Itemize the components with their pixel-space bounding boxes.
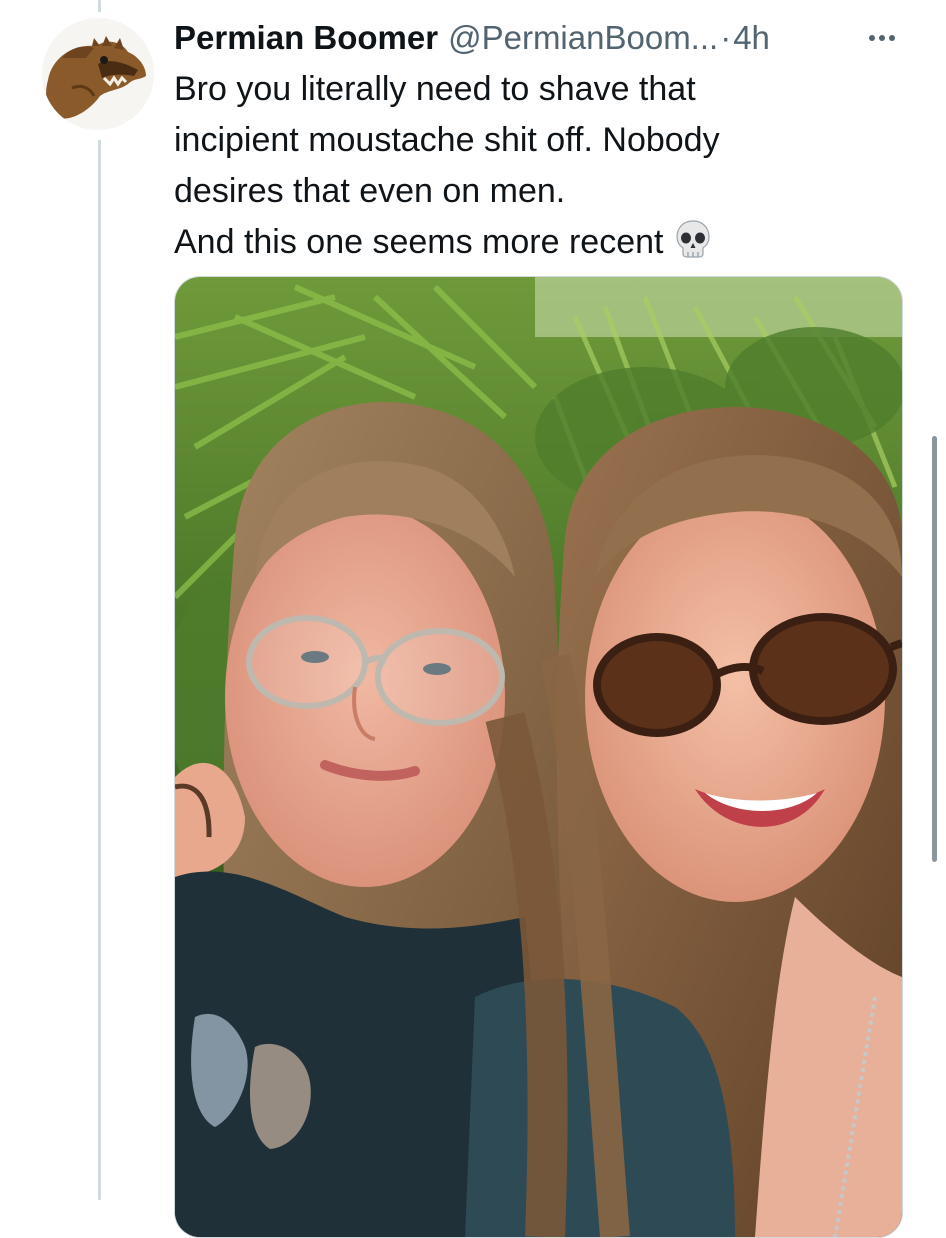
dinosaur-avatar-icon [42, 18, 154, 130]
selfie-photo [175, 277, 902, 1237]
tweet-photo[interactable] [174, 276, 903, 1238]
scrollbar-thumb[interactable] [932, 436, 937, 862]
user-handle[interactable]: @PermianBoom... [448, 19, 718, 57]
tweet-text-line: Bro you literally need to shave that [174, 70, 696, 108]
tweet-header: Permian Boomer @PermianBoom... · 4h [174, 16, 906, 60]
more-options-button[interactable] [860, 18, 904, 58]
skull-icon [675, 219, 711, 274]
thread-connector [98, 140, 101, 1200]
tweet-text-line: And this one seems more recent [174, 223, 664, 261]
display-name[interactable]: Permian Boomer [174, 19, 438, 57]
ellipsis-icon [869, 35, 895, 41]
tweet-text-line-last: And this one seems more recent [174, 217, 894, 274]
thread-connector-top [98, 0, 101, 12]
tweet-text-line: incipient moustache shit off. Nobody [174, 121, 720, 159]
separator-dot: · [720, 19, 732, 56]
avatar[interactable] [42, 18, 154, 130]
tweet-text-line: desires that even on men. [174, 172, 566, 210]
tweet-text: Bro you literally need to shave that inc… [174, 64, 894, 274]
timestamp[interactable]: 4h [733, 19, 770, 57]
